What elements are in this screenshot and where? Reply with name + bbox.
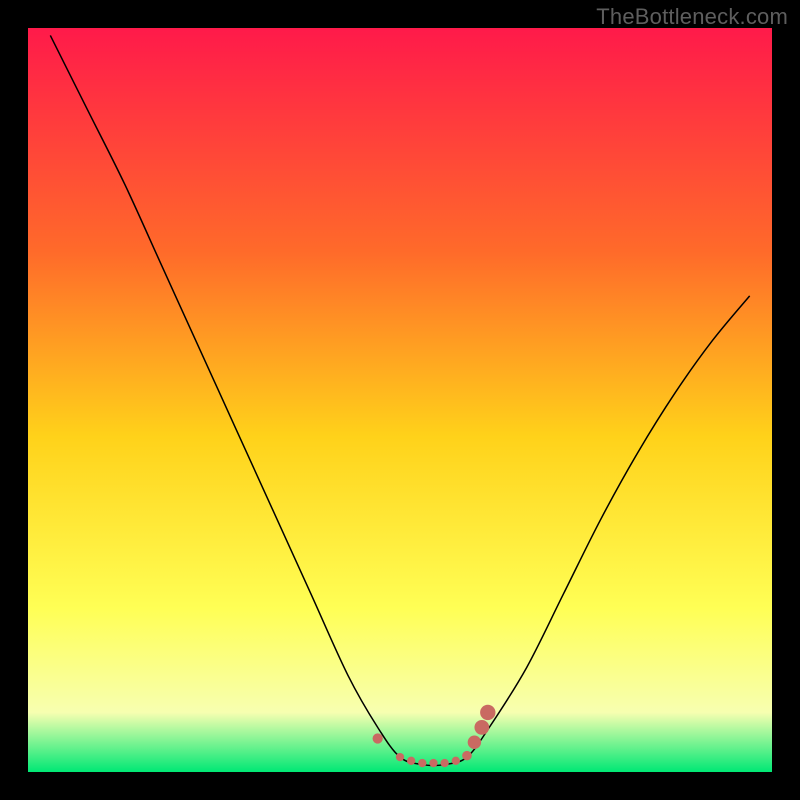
gradient-background <box>28 28 772 772</box>
marker-dot <box>396 753 404 761</box>
watermark-text: TheBottleneck.com <box>596 4 788 30</box>
marker-dot <box>440 759 448 767</box>
marker-dot <box>462 751 472 761</box>
marker-dot <box>407 757 415 765</box>
marker-dot <box>429 759 437 767</box>
chart-frame: TheBottleneck.com <box>0 0 800 800</box>
marker-dot <box>474 720 489 735</box>
marker-dot <box>373 733 383 743</box>
marker-dot <box>468 736 481 749</box>
marker-dot <box>452 757 460 765</box>
marker-dot <box>418 759 426 767</box>
bottleneck-chart <box>0 0 800 800</box>
marker-dot <box>480 705 495 720</box>
